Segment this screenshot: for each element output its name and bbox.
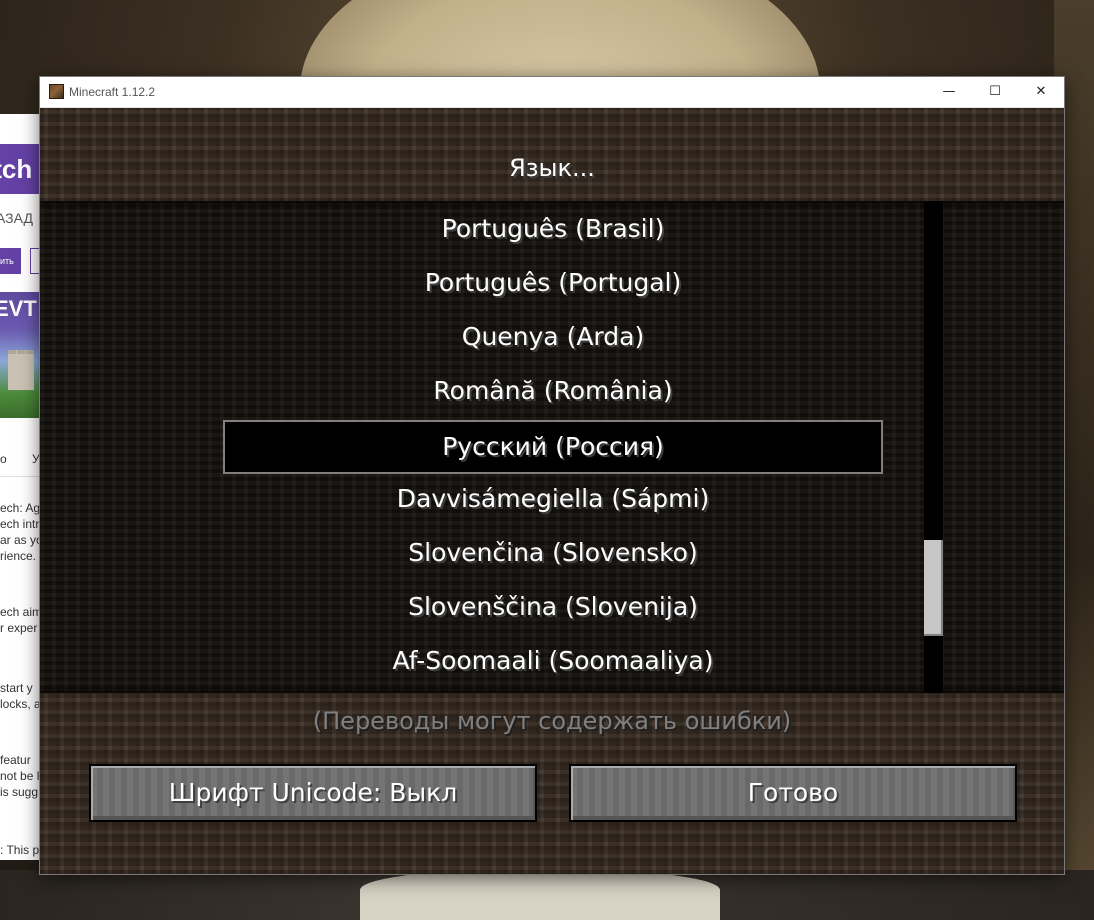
language-item[interactable]: Af-Soomaali (Soomaaliya) xyxy=(223,636,883,690)
browser-outline-button[interactable] xyxy=(30,248,40,274)
language-item[interactable]: Slovenčina (Slovensko) xyxy=(223,528,883,582)
back-link[interactable]: АЗАД xyxy=(0,210,33,226)
twitch-logo: itch xyxy=(0,144,40,194)
translation-warning: (Переводы могут содержать ошибки) xyxy=(312,707,792,735)
language-item[interactable]: Română (România) xyxy=(223,366,883,420)
maximize-button[interactable]: ☐ xyxy=(972,77,1018,107)
banner-text: EVT xyxy=(0,296,37,321)
minecraft-app-icon xyxy=(49,84,64,99)
browser-tab-1[interactable]: о xyxy=(0,452,7,466)
minecraft-window: Minecraft 1.12.2 — ☐ ✕ Язык... Português… xyxy=(40,77,1064,874)
language-item-selected[interactable]: Русский (Россия) xyxy=(223,420,883,474)
browser-paragraph-5: : This p xyxy=(0,843,40,857)
wallpaper-collar xyxy=(360,870,720,920)
minimize-button[interactable]: — xyxy=(926,77,972,107)
close-button[interactable]: ✕ xyxy=(1018,77,1064,107)
language-item[interactable]: Português (Brasil) xyxy=(223,204,883,258)
done-button[interactable]: Готово xyxy=(569,764,1017,822)
browser-tab-2[interactable]: У xyxy=(32,452,40,466)
wallpaper-bottom xyxy=(0,870,1094,920)
browser-action-button[interactable]: ить xyxy=(0,248,21,274)
browser-banner: EVT xyxy=(0,292,40,418)
screen-title: Язык... xyxy=(509,154,595,182)
castle-image xyxy=(8,350,34,390)
language-item[interactable]: Português (Portugal) xyxy=(223,258,883,312)
unicode-font-button[interactable]: Шрифт Unicode: Выкл xyxy=(89,764,537,822)
language-list[interactable]: Português (Brasil) Português (Portugal) … xyxy=(40,201,1064,693)
language-item[interactable]: Slovenščina (Slovenija) xyxy=(223,582,883,636)
browser-paragraph-4: featur not be l is sugg xyxy=(0,753,40,799)
language-item[interactable]: Quenya (Arda) xyxy=(223,312,883,366)
window-title: Minecraft 1.12.2 xyxy=(69,85,156,99)
background-browser-window[interactable]: itch АЗАД ить EVT о У ech: Age ech intr … xyxy=(0,114,40,860)
language-item[interactable]: Davvisámegiella (Sápmi) xyxy=(223,474,883,528)
browser-paragraph-2: ech aim r exper xyxy=(0,605,40,635)
browser-paragraph-3: start y locks, a xyxy=(0,681,40,711)
window-titlebar[interactable]: Minecraft 1.12.2 — ☐ ✕ xyxy=(40,77,1064,108)
scrollbar-thumb[interactable] xyxy=(924,540,943,636)
tabs-divider xyxy=(0,476,40,477)
minecraft-language-screen: Язык... Português (Brasil) Português (Po… xyxy=(40,108,1064,874)
browser-paragraph-1: ech: Age ech intr ar as yo rience. xyxy=(0,501,40,563)
